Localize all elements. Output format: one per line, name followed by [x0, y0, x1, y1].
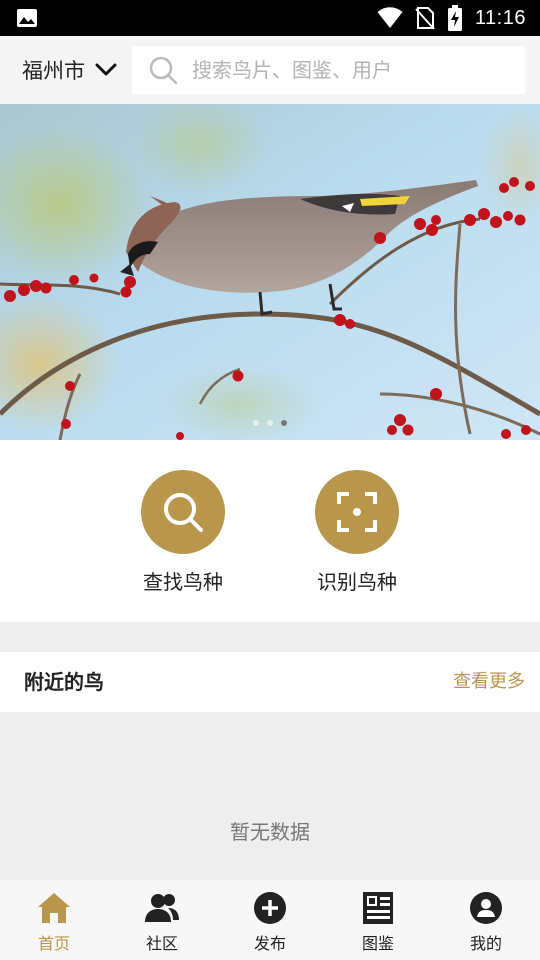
- status-icons: 11:16: [377, 0, 526, 36]
- home-screen: 11:16 福州市 搜索鸟片、图鉴、用户 查找鸟种 识别鸟种 附近的鸟 查看更多…: [0, 0, 540, 960]
- nav-publish[interactable]: 发布: [216, 880, 324, 960]
- nav-community-label: 社区: [145, 934, 178, 953]
- find-bird-button[interactable]: 查找鸟种: [123, 470, 243, 595]
- identify-bird-label: 识别鸟种: [317, 570, 397, 594]
- nearby-birds-title: 附近的鸟: [24, 670, 104, 694]
- scan-icon: [337, 492, 377, 532]
- empty-state-text: 暂无数据: [230, 820, 310, 844]
- quick-actions: 查找鸟种 识别鸟种: [0, 440, 540, 622]
- bottom-navigation: 首页 社区 发布 图鉴 我的: [0, 880, 540, 960]
- nav-community[interactable]: 社区: [108, 880, 216, 960]
- carousel-dot[interactable]: [267, 420, 273, 426]
- nav-field-guide[interactable]: 图鉴: [324, 880, 432, 960]
- nav-publish-label: 发布: [253, 934, 286, 953]
- profile-icon: [468, 890, 504, 926]
- community-icon: [144, 890, 180, 926]
- nav-field-guide-label: 图鉴: [361, 934, 394, 953]
- city-name: 福州市: [22, 59, 85, 83]
- nav-profile[interactable]: 我的: [432, 880, 540, 960]
- nearby-birds-list: 暂无数据: [0, 712, 540, 880]
- clock: 11:16: [474, 6, 526, 29]
- carousel-dot-active[interactable]: [281, 420, 287, 426]
- identify-bird-circle: [315, 470, 399, 554]
- search-input[interactable]: [192, 58, 512, 82]
- view-more-link[interactable]: 查看更多: [453, 652, 525, 712]
- status-bar: 11:16: [0, 0, 540, 36]
- home-icon: [36, 890, 72, 926]
- image-icon: [17, 9, 37, 27]
- chevron-down-icon: [95, 63, 117, 76]
- nearby-birds-header: 附近的鸟 查看更多: [0, 652, 540, 712]
- city-selector[interactable]: 福州市: [22, 36, 117, 104]
- field-guide-icon: [360, 890, 396, 926]
- find-bird-circle: [141, 470, 225, 554]
- battery-charging-icon: [447, 5, 462, 31]
- top-bar: 福州市: [0, 36, 540, 104]
- identify-bird-button[interactable]: 识别鸟种: [297, 470, 417, 595]
- banner-image: [0, 104, 540, 440]
- search-icon: [149, 56, 178, 85]
- search-icon: [164, 493, 203, 532]
- banner-carousel[interactable]: [0, 104, 540, 440]
- search-bar[interactable]: [132, 46, 525, 94]
- carousel-dot[interactable]: [253, 420, 259, 426]
- find-bird-label: 查找鸟种: [143, 570, 223, 594]
- carousel-indicator: [0, 420, 540, 426]
- no-sim-icon: [415, 7, 435, 30]
- nav-profile-label: 我的: [469, 934, 502, 953]
- nav-home-label: 首页: [37, 934, 70, 953]
- nav-home[interactable]: 首页: [0, 880, 108, 960]
- wifi-icon: [377, 7, 403, 28]
- add-circle-icon: [252, 890, 288, 926]
